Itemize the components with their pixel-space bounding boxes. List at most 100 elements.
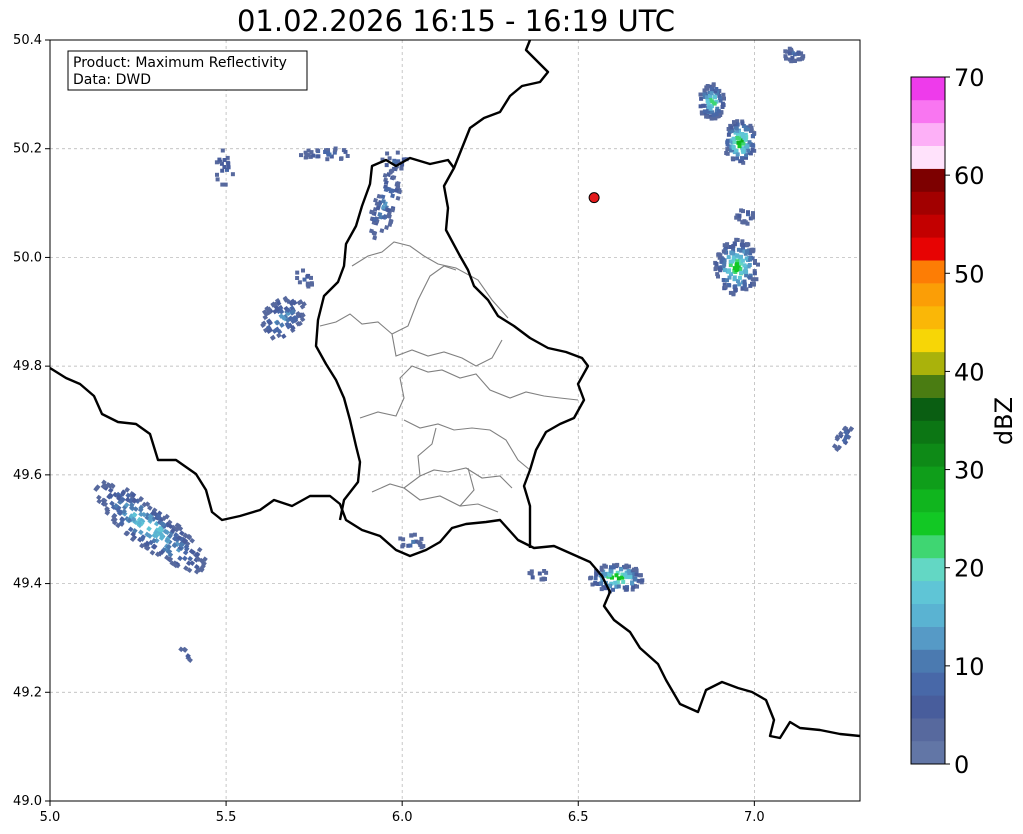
colorbar-bin bbox=[911, 603, 945, 627]
echo-pixel bbox=[716, 252, 721, 257]
colorbar-bin bbox=[911, 283, 945, 307]
echo-pixel bbox=[714, 262, 719, 266]
echo-pixel bbox=[608, 569, 613, 574]
echo-pixel bbox=[542, 569, 547, 573]
echo-pixel bbox=[754, 277, 759, 282]
echo-pixel bbox=[731, 292, 736, 297]
echo-pixel bbox=[222, 158, 227, 162]
colorbar-bin bbox=[911, 397, 945, 421]
colorbar-bin bbox=[911, 191, 945, 215]
y-tick-label: 49.2 bbox=[13, 685, 42, 700]
echo-pixel bbox=[343, 149, 348, 154]
echo-pixel bbox=[401, 537, 406, 542]
colorbar-tick-label: 0 bbox=[954, 751, 969, 779]
colorbar-bin bbox=[911, 145, 945, 169]
echo-pixel bbox=[295, 276, 300, 280]
marker-layer bbox=[588, 192, 600, 204]
colorbar-tick-label: 10 bbox=[954, 653, 985, 681]
echo-pixel bbox=[725, 138, 730, 143]
echo-pixel bbox=[752, 271, 757, 276]
echo-pixel bbox=[746, 210, 750, 215]
echo-pixel bbox=[699, 96, 704, 101]
echo-pixel bbox=[721, 249, 726, 254]
echo-pixel bbox=[737, 275, 742, 280]
echo-pixel bbox=[739, 270, 744, 275]
colorbar-bin bbox=[911, 466, 945, 490]
echo-pixel bbox=[739, 242, 744, 247]
echo-pixel bbox=[718, 98, 723, 103]
echo-pixel bbox=[740, 258, 745, 263]
echo-pixel bbox=[709, 91, 714, 96]
echo-pixel bbox=[704, 114, 709, 119]
echo-pixel bbox=[222, 165, 227, 169]
echo-pixel bbox=[594, 572, 599, 577]
echo-pixel bbox=[593, 576, 598, 581]
echo-pixel bbox=[326, 152, 331, 157]
echo-pixel bbox=[537, 571, 542, 576]
echo-pixel bbox=[722, 262, 727, 267]
echo-pixel bbox=[741, 209, 745, 214]
echo-pixel bbox=[623, 564, 628, 569]
echo-pixel bbox=[725, 151, 730, 156]
info-box: Product: Maximum Reflectivity Data: DWD bbox=[67, 50, 308, 91]
echo-pixel bbox=[735, 238, 740, 242]
echo-pixel bbox=[737, 282, 742, 287]
echo-pixel bbox=[726, 255, 731, 260]
echo-pixel bbox=[529, 571, 534, 576]
echo-pixel bbox=[726, 132, 731, 137]
echo-pixel bbox=[411, 539, 416, 544]
echo-pixel bbox=[387, 156, 392, 161]
echo-pixel bbox=[737, 136, 741, 141]
echo-pixel bbox=[305, 281, 310, 286]
echo-pixel bbox=[733, 288, 738, 292]
echo-pixel bbox=[725, 278, 729, 283]
echo-pixel bbox=[750, 147, 755, 152]
colorbar-bin bbox=[911, 168, 945, 192]
echo-pixel bbox=[728, 259, 733, 264]
echo-pixel bbox=[607, 573, 612, 578]
echo-pixel bbox=[631, 584, 636, 589]
echo-pixel bbox=[421, 544, 426, 549]
echo-pixel bbox=[339, 156, 344, 161]
echo-pixel bbox=[789, 47, 794, 52]
echo-pixel bbox=[733, 284, 738, 289]
echo-pixel bbox=[735, 152, 740, 157]
y-tick-label: 50.0 bbox=[13, 250, 42, 265]
echo-pixel bbox=[744, 144, 749, 149]
echo-pixel bbox=[751, 143, 756, 148]
echo-pixel bbox=[530, 575, 535, 580]
echo-pixel bbox=[796, 50, 801, 55]
echo-pixel bbox=[729, 245, 733, 249]
echo-pixel bbox=[609, 565, 613, 570]
echo-pixel bbox=[304, 155, 309, 160]
echo-pixel bbox=[748, 257, 753, 262]
echo-pixel bbox=[539, 577, 544, 582]
echo-pixel bbox=[301, 268, 305, 273]
echo-pixel bbox=[734, 126, 739, 131]
echo-pixel bbox=[753, 259, 757, 263]
x-tick-label: 5.0 bbox=[40, 810, 61, 825]
echo-pixel bbox=[621, 580, 626, 584]
echo-pixel bbox=[734, 268, 739, 273]
echo-pixel bbox=[602, 563, 607, 568]
echo-pixel bbox=[220, 182, 225, 187]
echo-pixel bbox=[705, 86, 710, 91]
echo-pixel bbox=[705, 98, 710, 103]
echo-pixel bbox=[215, 172, 219, 177]
echo-pixel bbox=[635, 584, 639, 589]
echo-pixel bbox=[217, 157, 222, 162]
colorbar-bins bbox=[911, 77, 945, 765]
echo-pixel bbox=[735, 253, 740, 258]
echo-pixel bbox=[626, 569, 631, 573]
echo-pixel bbox=[619, 567, 624, 572]
info-product: Product: Maximum Reflectivity bbox=[73, 55, 287, 71]
echo-pixel bbox=[708, 106, 713, 111]
echo-pixel bbox=[742, 136, 747, 140]
y-tick-label: 50.2 bbox=[13, 142, 42, 157]
colorbar-bin bbox=[911, 741, 945, 765]
figure-title: 01.02.2026 16:15 - 16:19 UTC bbox=[237, 4, 675, 38]
echo-pixel bbox=[723, 284, 728, 289]
echo-pixel bbox=[384, 163, 389, 168]
echo-pixel bbox=[746, 148, 751, 153]
colorbar-bin bbox=[911, 420, 945, 444]
